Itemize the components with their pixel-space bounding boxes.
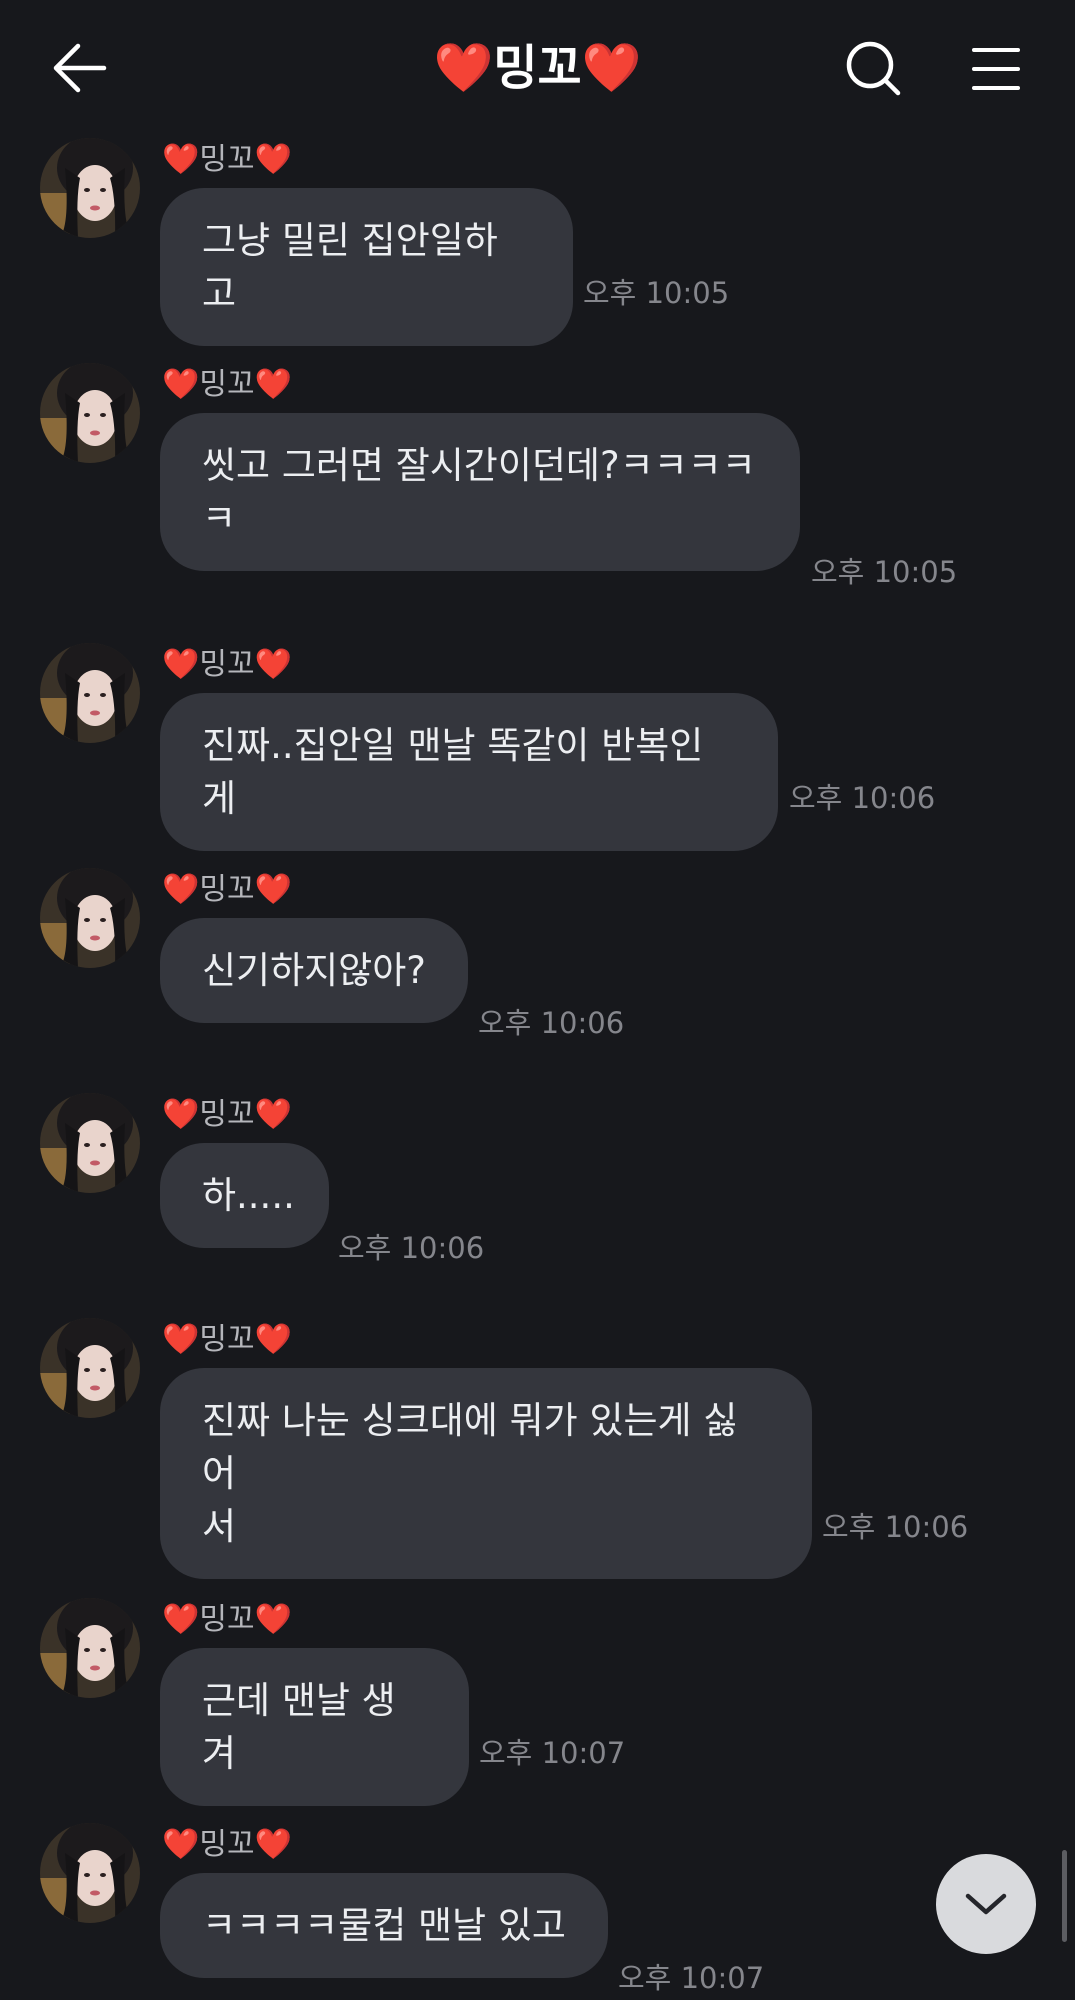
message-time: 오후 10:07 bbox=[618, 1961, 765, 1995]
chat-header: ❤️밍꼬❤️ bbox=[0, 0, 1075, 135]
sender-name: ❤️밍꼬❤️ bbox=[162, 1322, 292, 1357]
sender-name: ❤️밍꼬❤️ bbox=[162, 647, 292, 682]
sender-name: ❤️밍꼬❤️ bbox=[162, 367, 292, 402]
avatar[interactable] bbox=[40, 363, 140, 463]
avatar[interactable] bbox=[40, 1598, 140, 1698]
message-list[interactable]: ❤️밍꼬❤️ 그냥 밀린 집안일하고 오후 10:05 ❤️밍꼬❤️ 씻고 그러… bbox=[0, 0, 1075, 2000]
message-bubble[interactable]: 진짜..집안일 맨날 똑같이 반복인게 bbox=[160, 693, 778, 851]
chat-title: ❤️밍꼬❤️ bbox=[433, 40, 642, 96]
message-time: 오후 10:06 bbox=[822, 1510, 969, 1544]
scrollbar[interactable] bbox=[1062, 1850, 1067, 1942]
avatar[interactable] bbox=[40, 1093, 140, 1193]
message-time: 오후 10:06 bbox=[789, 781, 936, 815]
message-bubble[interactable]: 하..... bbox=[160, 1143, 329, 1248]
avatar[interactable] bbox=[40, 1318, 140, 1418]
message-bubble[interactable]: 근데 맨날 생겨 bbox=[160, 1648, 469, 1806]
avatar[interactable] bbox=[40, 138, 140, 238]
search-icon bbox=[846, 41, 901, 96]
message-bubble[interactable]: 진짜 나눈 싱크대에 뭐가 있는게 싫어 서 bbox=[160, 1368, 812, 1579]
message-time: 오후 10:05 bbox=[583, 276, 730, 310]
message-time: 오후 10:07 bbox=[479, 1736, 626, 1770]
menu-button[interactable] bbox=[970, 44, 1022, 94]
message-time: 오후 10:06 bbox=[338, 1231, 485, 1265]
avatar[interactable] bbox=[40, 868, 140, 968]
sender-name: ❤️밍꼬❤️ bbox=[162, 1097, 292, 1132]
message-bubble[interactable]: 씻고 그러면 잘시간이던데?ㅋㅋㅋㅋ ㅋ bbox=[160, 413, 800, 571]
message-bubble[interactable]: ㅋㅋㅋㅋ물컵 맨날 있고 bbox=[160, 1873, 608, 1978]
hamburger-menu-icon bbox=[972, 48, 1020, 90]
message-time: 오후 10:06 bbox=[478, 1006, 625, 1040]
message-bubble[interactable]: 신기하지않아? bbox=[160, 918, 468, 1023]
avatar[interactable] bbox=[40, 643, 140, 743]
chevron-down-icon bbox=[965, 1893, 1007, 1915]
sender-name: ❤️밍꼬❤️ bbox=[162, 872, 292, 907]
sender-name: ❤️밍꼬❤️ bbox=[162, 142, 292, 177]
search-button[interactable] bbox=[845, 40, 903, 98]
sender-name: ❤️밍꼬❤️ bbox=[162, 1602, 292, 1637]
scroll-to-bottom-button[interactable] bbox=[936, 1854, 1036, 1954]
sender-name: ❤️밍꼬❤️ bbox=[162, 1827, 292, 1862]
message-time: 오후 10:05 bbox=[811, 555, 958, 589]
message-bubble[interactable]: 그냥 밀린 집안일하고 bbox=[160, 188, 573, 346]
avatar[interactable] bbox=[40, 1823, 140, 1923]
